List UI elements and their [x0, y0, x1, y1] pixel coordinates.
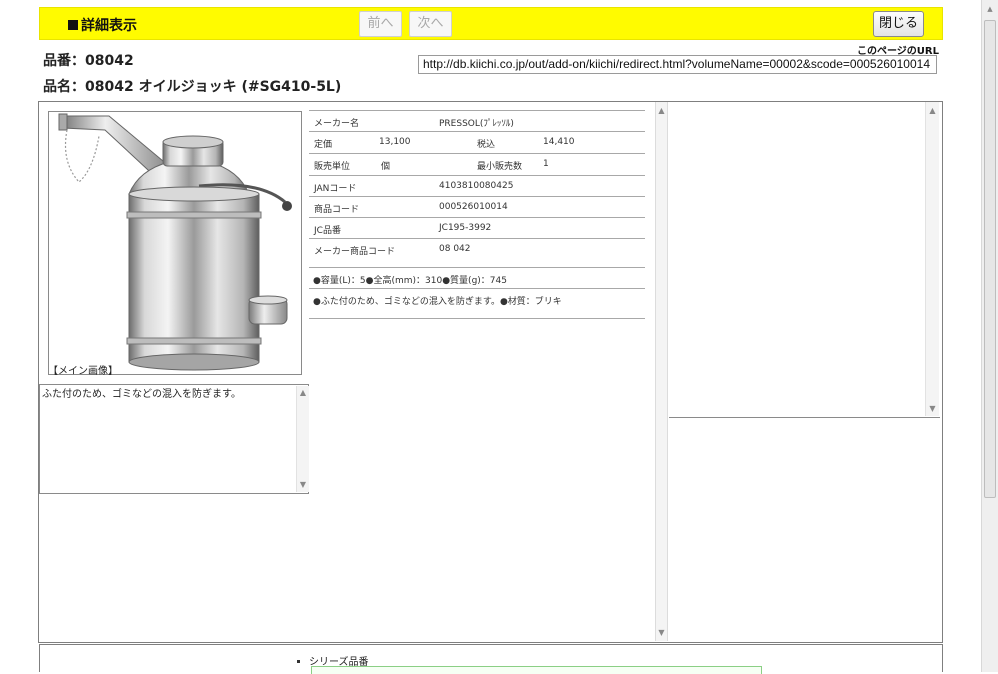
square-bullet-icon [68, 20, 78, 30]
spec-label: 最小販売数 [477, 162, 523, 172]
header-bar: 詳細表示 前へ 次へ 閉じる [39, 7, 943, 40]
close-button[interactable]: 閉じる [873, 11, 924, 37]
scroll-up-icon[interactable]: ▲ [926, 106, 939, 116]
detail-scrollbar[interactable]: ▲ ▼ [655, 102, 668, 641]
spec-value: 4103810080425 [439, 181, 514, 191]
product-number: 品番：08042 [43, 53, 134, 69]
scroll-up-icon[interactable]: ▲ [656, 106, 667, 116]
spec-row-unit: 販売単位 個 最小販売数 1 [309, 153, 645, 175]
scrollbar-thumb[interactable] [984, 20, 996, 498]
spec-value: 14,410 [543, 137, 575, 147]
spec-label: メーカー名 [314, 119, 360, 129]
spec-row-product-code: 商品コード 000526010014 [309, 196, 645, 217]
spec-row-maker-code: メーカー商品コード 08 042 [309, 238, 645, 267]
next-button[interactable]: 次へ [409, 11, 452, 37]
spec-label: 税込 [477, 140, 496, 150]
oil-jug-image [58, 113, 292, 371]
scroll-up-icon[interactable]: ▲ [982, 4, 998, 14]
spec-value: 1 [543, 159, 549, 169]
description-box: ふた付のため、ゴミなどの混入を防ぎます。 ▲ ▼ [39, 384, 309, 494]
description-text: ふた付のため、ゴミなどの混入を防ぎます。 [42, 389, 241, 400]
spec-note: ●ふた付のため、ゴミなどの混入を防ぎます。●材質：ブリキ [313, 297, 562, 307]
series-table [311, 666, 762, 674]
scroll-up-icon[interactable]: ▲ [297, 388, 309, 398]
main-image [48, 111, 302, 375]
spec-value: 000526010014 [439, 202, 508, 212]
spec-row-jc: JC品番 JC195-3992 [309, 217, 645, 238]
page-scrollbar[interactable]: ▲ [981, 0, 998, 672]
spec-row-note1: ●容量(L)：5●全高(mm)：310●質量(g)：745 [309, 267, 645, 288]
right-pane-scrollbar[interactable]: ▲ ▼ [925, 102, 939, 416]
scroll-down-icon[interactable]: ▼ [926, 404, 939, 414]
scroll-down-icon[interactable]: ▼ [297, 480, 309, 490]
page-url-field[interactable]: http://db.kiichi.co.jp/out/add-on/kiichi… [418, 55, 937, 74]
page-title: 詳細表示 [68, 15, 137, 35]
prev-button[interactable]: 前へ [359, 11, 402, 37]
spec-value: 08 042 [439, 244, 471, 254]
spec-row-maker: メーカー名 PRESSOL(ﾌﾟﾚｯｿﾙ) [309, 110, 645, 131]
bullet-icon [297, 660, 300, 663]
spec-label: JANコード [314, 184, 357, 194]
product-name: 品名：08042 オイルジョッキ (#SG410-5L) [43, 79, 342, 95]
spec-value: 個 [381, 162, 391, 172]
spec-label: 定価 [314, 140, 333, 150]
right-top-pane: ▲ ▼ [669, 102, 940, 418]
scroll-down-icon[interactable]: ▼ [656, 628, 667, 638]
image-caption: 【メイン画像】 [48, 366, 118, 377]
spec-label: 商品コード [314, 205, 360, 215]
spec-row-jan: JANコード 4103810080425 [309, 175, 645, 196]
description-scrollbar[interactable]: ▲ ▼ [296, 386, 309, 492]
spec-value: PRESSOL(ﾌﾟﾚｯｿﾙ) [439, 119, 514, 129]
spec-row-note2: ●ふた付のため、ゴミなどの混入を防ぎます。●材質：ブリキ [309, 288, 645, 319]
spec-row-price: 定価 13,100 税込 14,410 [309, 131, 645, 153]
spec-note: ●容量(L)：5●全高(mm)：310●質量(g)：745 [313, 276, 507, 286]
spec-table: メーカー名 PRESSOL(ﾌﾟﾚｯｿﾙ) 定価 13,100 税込 14,41… [309, 110, 645, 319]
spec-value: 13,100 [379, 137, 411, 147]
spec-label: JC品番 [314, 226, 341, 236]
spec-label: 販売単位 [314, 162, 351, 172]
spec-value: JC195-3992 [439, 223, 492, 233]
spec-label: メーカー商品コード [314, 247, 396, 257]
